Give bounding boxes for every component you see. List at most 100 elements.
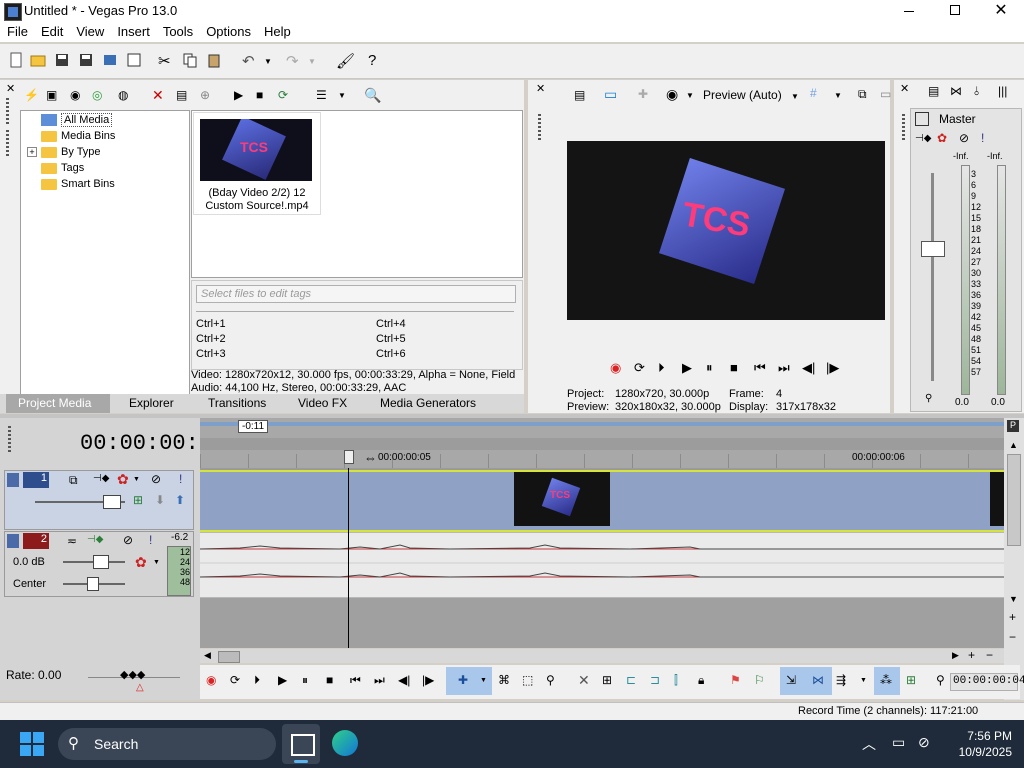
mute-icon[interactable]: ⊘	[959, 131, 969, 145]
solo-icon[interactable]: !	[149, 533, 152, 547]
shortcut-ctrl-6[interactable]: Ctrl+6	[376, 348, 406, 360]
tag-input[interactable]: Select files to edit tags	[196, 285, 516, 303]
undo-dropdown-icon[interactable]: ▼	[264, 57, 282, 75]
track-fx-icon[interactable]: ✿	[117, 471, 129, 488]
zoom-tool-icon[interactable]: ⚲	[546, 673, 555, 687]
lock-event-icon[interactable]: 🔒︎	[698, 673, 704, 688]
make-compositing-parent-icon[interactable]: ⬆	[175, 493, 185, 507]
grid-dropdown-icon[interactable]: ▼	[834, 91, 842, 100]
save-as-icon[interactable]	[78, 52, 96, 70]
search-media-icon[interactable]: ◍	[118, 88, 128, 102]
bus-fx-gear-icon[interactable]: ✿	[937, 131, 947, 145]
trim-end-icon[interactable]: ⊐	[650, 673, 660, 687]
next-frame-icon[interactable]: |▶	[826, 360, 839, 376]
zoom-out-time-icon[interactable]: −	[986, 648, 993, 662]
play-from-start-icon[interactable]: ⏵	[254, 673, 260, 688]
split-icon[interactable]: ⫿	[674, 673, 678, 688]
views-icon[interactable]: ☰	[316, 88, 327, 102]
views-dropdown-icon[interactable]: ▼	[338, 91, 346, 100]
menu-insert[interactable]: Insert	[110, 22, 156, 39]
delete-icon[interactable]: ✕	[578, 672, 590, 689]
go-to-start-icon[interactable]: ⏮	[754, 360, 766, 376]
menu-file[interactable]: File	[0, 22, 34, 39]
tree-item-media-bins[interactable]: Media Bins	[41, 128, 115, 144]
bus-fx-icon[interactable]: ⊣◆	[915, 133, 931, 144]
panel-close-icon[interactable]: ✕	[6, 82, 15, 95]
scroll-down-icon[interactable]: ▼	[1009, 594, 1018, 604]
shortcut-ctrl-1[interactable]: Ctrl+1	[196, 318, 226, 330]
import-media-icon[interactable]: ⚡	[24, 88, 39, 102]
remove-icon[interactable]: ✕	[152, 87, 164, 104]
automation-icon[interactable]: ≂	[67, 534, 77, 548]
insert-region-icon[interactable]: ⚐	[754, 673, 765, 687]
get-media-web-icon[interactable]: ◉	[70, 88, 80, 102]
volume-slider[interactable]	[93, 555, 109, 569]
track-fx-dropdown-icon[interactable]: ▼	[133, 476, 140, 483]
redo-icon[interactable]: ↷	[286, 52, 304, 70]
auto-crossfade-button[interactable]: ⋈	[806, 667, 832, 695]
tab-explorer[interactable]: Explorer	[129, 396, 174, 410]
trim-icon[interactable]: ⊞	[602, 673, 612, 687]
auto-ripple-button[interactable]: ⇲	[780, 667, 806, 695]
video-event-edge[interactable]	[990, 472, 1004, 526]
menu-tools[interactable]: Tools	[156, 22, 199, 39]
audio-fx-icon[interactable]: ⊣◆	[87, 534, 103, 545]
panel-close-icon[interactable]: ✕	[900, 82, 909, 95]
motion-icon[interactable]: ⊣◆	[93, 473, 109, 484]
scroll-up-icon[interactable]: ▲	[1009, 440, 1018, 450]
save-snapshot-icon[interactable]: ▭	[880, 87, 891, 101]
go-to-end-icon[interactable]: ⏭	[778, 360, 790, 376]
level-slider[interactable]	[103, 495, 121, 509]
rate-slider-icon[interactable]: ◆◆◆	[120, 668, 145, 681]
preview-properties-icon[interactable]: ▤	[574, 88, 585, 102]
stop-icon[interactable]: ■	[326, 673, 333, 687]
tree-item-all-media[interactable]: All Media	[41, 112, 113, 128]
meter-bars-icon[interactable]: |||	[998, 84, 1007, 98]
zoom-out-vertical-icon[interactable]: −	[1009, 630, 1016, 644]
track-collapse-icon[interactable]	[7, 473, 19, 487]
mixer-properties-icon[interactable]: ▤	[928, 84, 939, 98]
downmix-icon[interactable]: ⋈	[950, 84, 962, 98]
redo-dropdown-icon[interactable]: ▼	[308, 57, 326, 75]
search-icon[interactable]: 🔍	[364, 87, 381, 104]
tab-media-generators[interactable]: Media Generators	[380, 396, 476, 410]
lock-icon[interactable]: ⚲	[925, 393, 932, 404]
loop-region-bar[interactable]	[200, 422, 1004, 426]
taskbar-app-edge[interactable]	[328, 726, 362, 760]
previous-frame-icon[interactable]: ◀|	[802, 360, 815, 376]
snapping-icon[interactable]: ⇶	[836, 673, 846, 687]
loop-playback-icon[interactable]: ⟳	[230, 673, 240, 687]
new-project-icon[interactable]	[8, 52, 26, 70]
track-fx-dropdown-icon[interactable]: ▼	[153, 559, 160, 566]
ignore-grouping-icon[interactable]: ⊞	[906, 673, 916, 687]
next-frame-icon[interactable]: |▶	[422, 673, 434, 687]
pause-icon[interactable]: ⏸	[302, 673, 308, 688]
track-fx-icon[interactable]: ✿	[135, 554, 147, 571]
overlays-dropdown-icon[interactable]: ▼	[686, 91, 694, 100]
snapping-dropdown-icon[interactable]: ▼	[860, 677, 867, 684]
overlays-icon[interactable]: ◉	[666, 86, 678, 103]
tab-transitions[interactable]: Transitions	[208, 396, 266, 410]
scroll-right-icon[interactable]: ▶	[952, 650, 959, 661]
open-folder-icon[interactable]	[30, 52, 48, 70]
edit-tool-button[interactable]: ✚ ▼	[446, 667, 492, 695]
track-collapse-icon[interactable]	[7, 534, 19, 548]
zoom-in-time-icon[interactable]: +	[968, 648, 975, 662]
split-screen-icon[interactable]: ✚	[638, 87, 648, 101]
copy-icon[interactable]	[182, 52, 200, 70]
timecode-pin-icon[interactable]: ⚲	[936, 673, 945, 687]
zoom-in-vertical-icon[interactable]: +	[1009, 610, 1016, 624]
record-icon[interactable]: ◉	[206, 673, 216, 687]
tab-project-media[interactable]: Project Media	[6, 394, 110, 413]
record-icon[interactable]: ◉	[610, 360, 621, 376]
taskbar-app-vegas[interactable]	[282, 724, 320, 764]
render-icon[interactable]	[102, 52, 120, 70]
close-button[interactable]: ✕	[988, 0, 1014, 22]
grid-icon[interactable]: #	[810, 86, 817, 100]
shortcut-ctrl-3[interactable]: Ctrl+3	[196, 348, 226, 360]
extract-audio-icon[interactable]: ◎	[92, 88, 102, 102]
capture-video-icon[interactable]: ▣	[46, 88, 57, 102]
volume-muted-icon[interactable]: ⊘	[918, 734, 930, 751]
lock-envelopes-button[interactable]: ⁂	[874, 667, 900, 695]
video-track-header[interactable]: 1 ⧉ ⊣◆ ✿ ▼ ⊘ ! ⊞ ⬇ ⬆	[4, 470, 194, 530]
